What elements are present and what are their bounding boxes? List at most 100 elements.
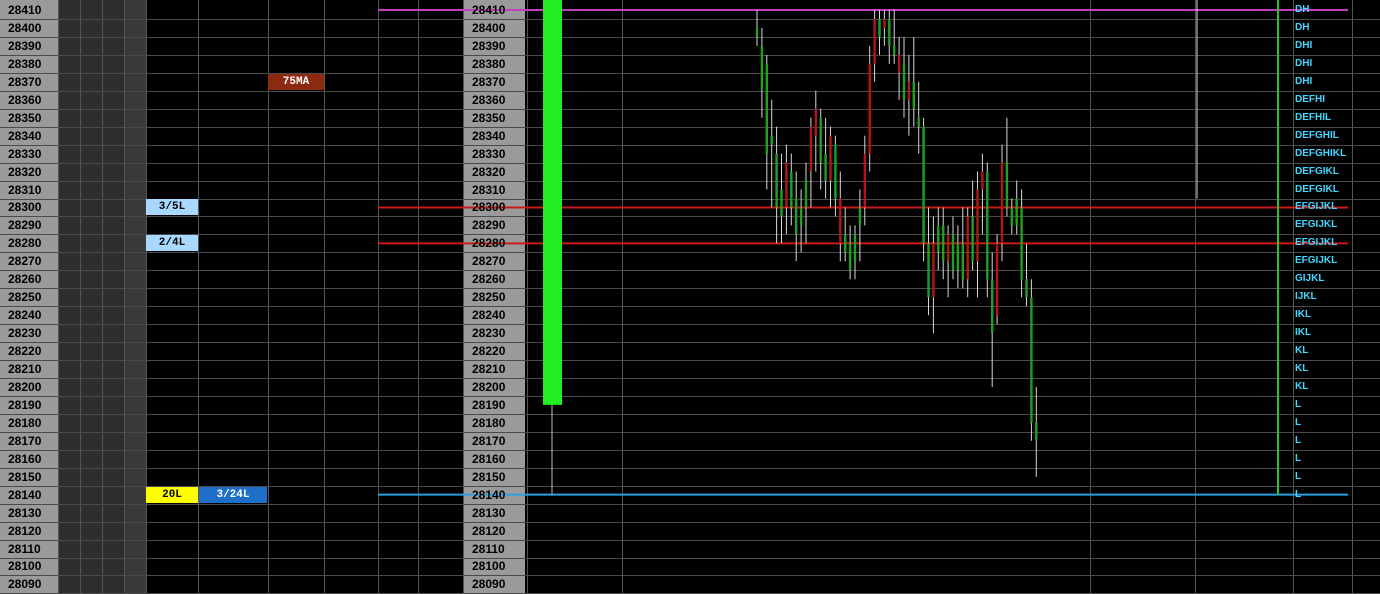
left-tick-label: 28400: [8, 20, 42, 35]
candle-body: [765, 63, 768, 154]
profile-row-letters: DEFHI: [1295, 93, 1325, 105]
center-tick-label: 28410: [472, 3, 506, 17]
left-tick-label: 28100: [8, 559, 42, 574]
left-tick-label: 28280: [8, 236, 42, 251]
level-tag: 20L: [146, 486, 198, 503]
center-tick-label: 28330: [472, 146, 506, 161]
left-tick-label: 28190: [8, 397, 42, 412]
candle-body: [971, 216, 974, 262]
center-tick-label: 28130: [472, 505, 506, 520]
left-tick-label: 28300: [8, 200, 42, 215]
candle-body: [1020, 207, 1023, 280]
left-tick-label: 28210: [8, 362, 42, 376]
left-tick-label: 28370: [8, 74, 42, 89]
candle-body: [863, 153, 866, 208]
candle-body: [888, 18, 891, 46]
center-tick-label: 28290: [472, 218, 506, 233]
candle-body: [986, 171, 989, 280]
center-tick-label: 28150: [472, 469, 506, 484]
center-tick-label: 28210: [472, 362, 506, 376]
left-tick-label: 28170: [8, 433, 42, 448]
candle-body: [775, 153, 778, 208]
left-tick-label: 28220: [8, 344, 42, 359]
center-tick-label: 28240: [472, 308, 506, 323]
profile-row-letters: IJKL: [1295, 291, 1317, 303]
center-tick-label: 28230: [472, 326, 506, 341]
candle-body: [951, 234, 955, 271]
candle-body: [922, 126, 925, 244]
candle-body: [770, 135, 773, 145]
candle-body: [995, 243, 999, 316]
left-tick-label: 28180: [8, 415, 42, 430]
candle-body: [790, 171, 793, 208]
left-tick-label: 28130: [8, 505, 42, 520]
center-tick-label: 28380: [472, 56, 506, 71]
candle-body: [902, 63, 906, 100]
candle-body: [1010, 207, 1013, 226]
candle-body: [780, 189, 783, 217]
profile-row-letters: DHI: [1295, 39, 1313, 51]
left-tick-label: 28390: [8, 38, 42, 53]
left-tick-label: 28310: [8, 182, 42, 197]
profile-row-letters: KL: [1295, 345, 1309, 357]
candle-body: [961, 243, 964, 280]
center-tick-label: 28360: [472, 92, 506, 107]
candle-body: [966, 216, 969, 280]
center-tick-label: 28220: [472, 344, 506, 359]
center-tick-label: 28110: [472, 541, 505, 556]
level-tag: 2/4L: [146, 235, 198, 252]
left-tick-label: 28250: [8, 290, 42, 305]
center-tick-label: 28200: [472, 379, 506, 394]
left-tick-label: 28320: [8, 164, 42, 179]
profile-row-letters: L: [1295, 416, 1302, 428]
profile-row-letters: KL: [1295, 380, 1309, 392]
candle-body: [804, 180, 808, 208]
profile-row-letters: DEFGIKL: [1295, 183, 1339, 195]
left-tick-label: 28340: [8, 128, 42, 143]
profile-row-letters: L: [1295, 398, 1302, 410]
profile-row-letters: KL: [1295, 363, 1309, 374]
left-tick-label: 28330: [8, 146, 42, 161]
profile-row-letters: L: [1295, 470, 1302, 482]
market-profile-chart: 28410 28410 28400 28400 28390 28390 28380 28380…: [0, 0, 1380, 594]
center-tick-label: 28320: [472, 164, 506, 179]
candle-body: [844, 234, 847, 253]
center-tick-label: 28390: [472, 38, 506, 53]
left-tick-label: 28240: [8, 308, 42, 323]
left-tick-label: 28140: [8, 487, 42, 502]
candle-body: [946, 234, 950, 262]
candle-body: [976, 189, 979, 262]
candle-body: [760, 45, 764, 91]
candle-body: [848, 243, 852, 271]
profile-row-letters: DHI: [1295, 57, 1313, 69]
profile-row-letters: L: [1295, 488, 1302, 500]
candle-body: [1030, 297, 1033, 423]
left-tick-label: 28350: [8, 110, 42, 125]
center-tick-label: 28270: [472, 254, 506, 269]
chart-canvas: [0, 0, 1380, 594]
center-tick-label: 28180: [472, 415, 506, 430]
left-tick-label: 28160: [8, 451, 42, 466]
candle-body: [755, 27, 759, 37]
center-tick-label: 28140: [472, 487, 506, 502]
candle-body: [795, 198, 798, 235]
profile-row-letters: EFGIJKL: [1295, 219, 1338, 231]
candle-body: [912, 81, 915, 109]
left-tick-label: 28120: [8, 523, 42, 538]
profile-row-letters: L: [1295, 452, 1302, 464]
profile-row-letters: IKL: [1295, 309, 1312, 321]
profile-row-letters: DHI: [1295, 75, 1313, 87]
profile-row-letters: EFGIJKL: [1295, 237, 1338, 249]
candle-body: [858, 207, 862, 226]
candle-body: [927, 243, 930, 298]
profile-row-letters: EFGIJKL: [1295, 201, 1338, 213]
candle-body: [799, 207, 803, 226]
candle-body: [785, 162, 788, 208]
candle-body: [942, 225, 945, 262]
level-tag: 3/5L: [146, 199, 198, 216]
candle-body: [1015, 198, 1018, 226]
left-tick-label: 28380: [8, 56, 42, 71]
profile-row-letters: GIJKL: [1295, 273, 1325, 285]
range-bar: [543, 0, 562, 405]
center-tick-label: 28100: [472, 559, 506, 574]
